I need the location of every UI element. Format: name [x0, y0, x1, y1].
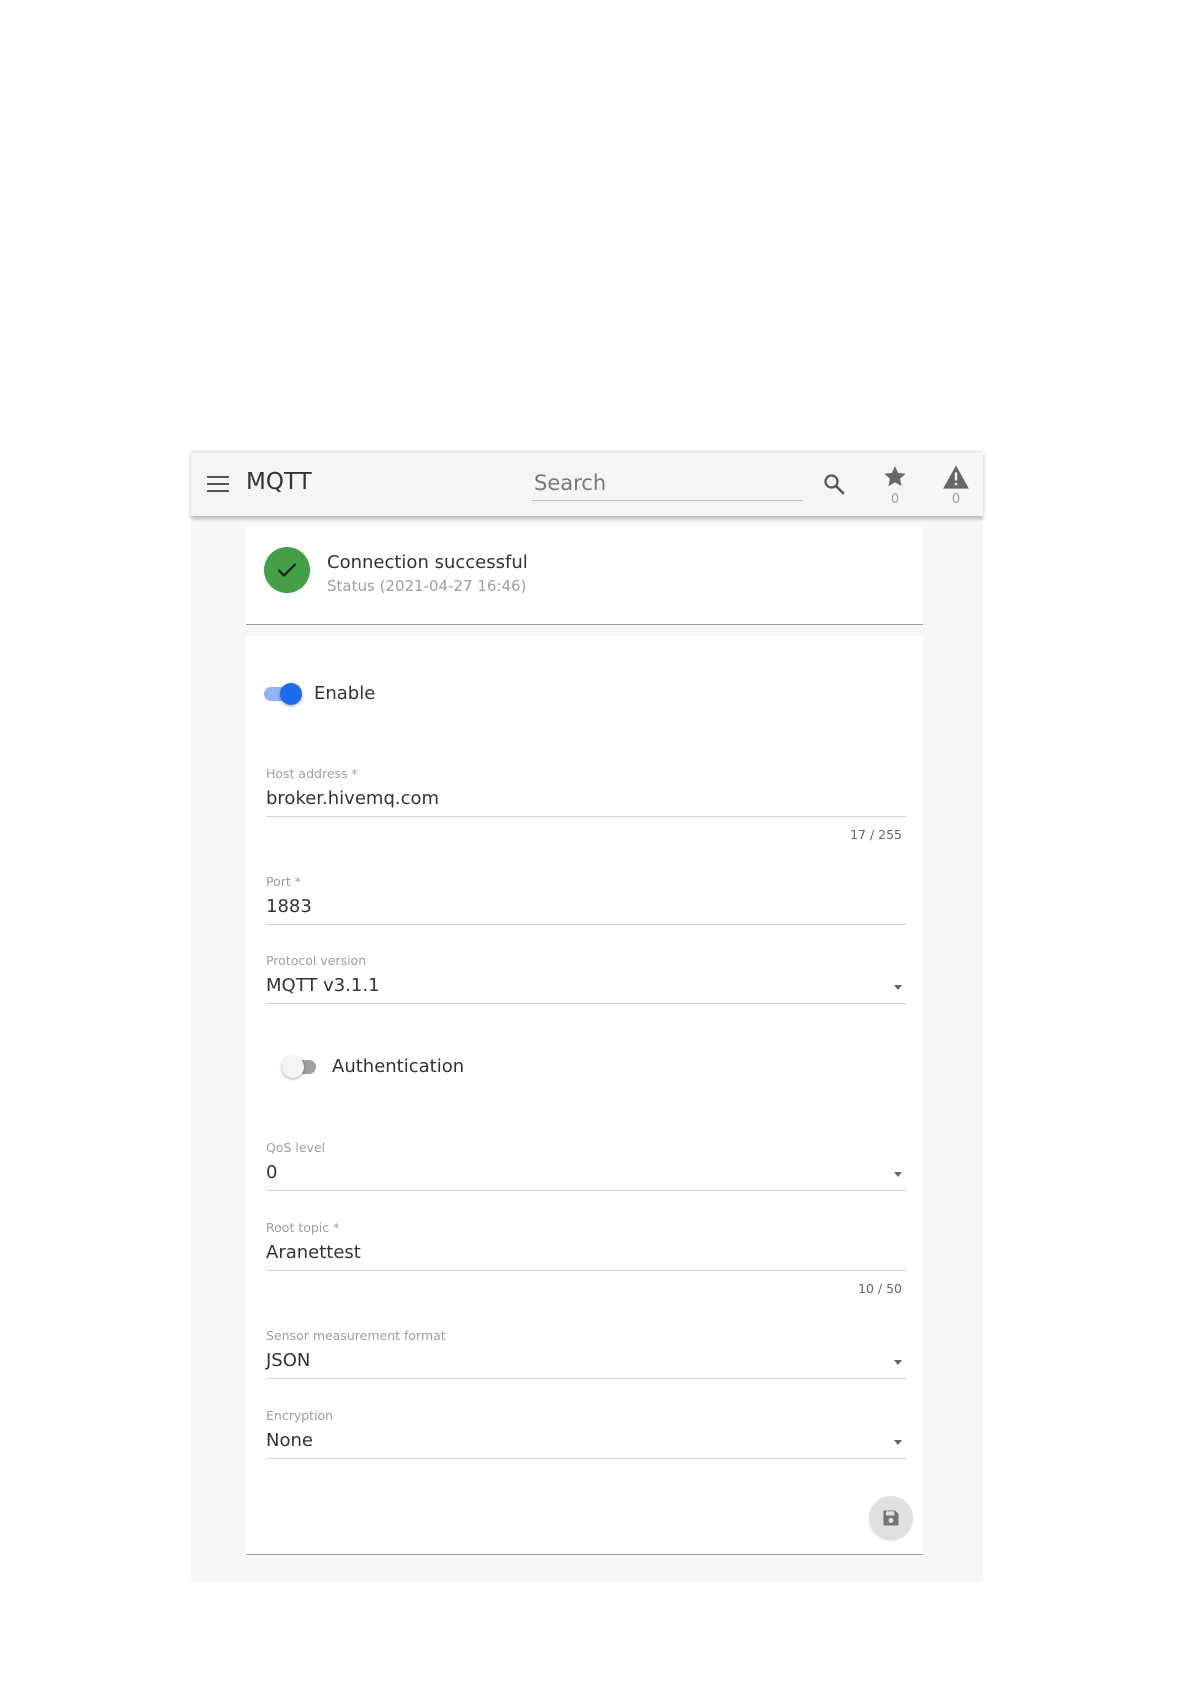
- encryption-field: Encryption None: [266, 1408, 906, 1459]
- port-value: 1883: [266, 896, 312, 917]
- protocol-version-select[interactable]: MQTT v3.1.1: [266, 971, 906, 1004]
- host-address-field: Host address * broker.hivemq.com 17 / 25…: [266, 766, 906, 842]
- enable-label: Enable: [314, 683, 376, 704]
- host-address-value: broker.hivemq.com: [266, 788, 440, 809]
- favorites-count: 0: [890, 492, 900, 507]
- alerts-button[interactable]: 0: [941, 464, 971, 512]
- menu-icon[interactable]: [207, 476, 229, 492]
- star-icon: [884, 466, 906, 487]
- measurement-format-select[interactable]: JSON: [266, 1346, 906, 1379]
- protocol-version-value: MQTT v3.1.1: [266, 975, 380, 996]
- host-address-label: Host address *: [266, 766, 358, 781]
- encryption-select[interactable]: None: [266, 1426, 906, 1459]
- search-box[interactable]: [532, 468, 806, 501]
- chevron-down-icon: [894, 1172, 902, 1177]
- measurement-format-label: Sensor measurement format: [266, 1328, 446, 1343]
- floppy-disk-icon: [883, 1510, 899, 1526]
- qos-level-label: QoS level: [266, 1140, 326, 1155]
- authentication-label: Authentication: [332, 1056, 465, 1077]
- qos-level-field: QoS level 0: [266, 1140, 906, 1191]
- measurement-format-value: JSON: [266, 1350, 311, 1371]
- chevron-down-icon: [894, 1360, 902, 1365]
- check-icon: [264, 547, 310, 593]
- root-topic-counter: 10 / 50: [858, 1281, 902, 1296]
- host-address-counter: 17 / 255: [850, 827, 902, 842]
- favorites-button[interactable]: 0: [880, 464, 910, 512]
- alerts-count: 0: [951, 492, 961, 507]
- port-field: Port * 1883: [266, 874, 906, 925]
- protocol-version-label: Protocol version: [266, 953, 367, 968]
- port-input[interactable]: 1883: [266, 892, 906, 925]
- authentication-toggle[interactable]: [282, 1056, 322, 1078]
- qos-level-select[interactable]: 0: [266, 1158, 906, 1191]
- chevron-down-icon: [894, 985, 902, 990]
- mqtt-settings-form: Enable Host address * broker.hivemq.com …: [246, 636, 923, 1555]
- search-input[interactable]: [532, 468, 806, 498]
- save-button[interactable]: [869, 1496, 913, 1540]
- port-label: Port *: [266, 874, 302, 889]
- encryption-label: Encryption: [266, 1408, 334, 1423]
- measurement-format-field: Sensor measurement format JSON: [266, 1328, 906, 1379]
- root-topic-label: Root topic *: [266, 1220, 340, 1235]
- host-address-input[interactable]: broker.hivemq.com: [266, 784, 906, 817]
- encryption-value: None: [266, 1430, 313, 1451]
- qos-level-value: 0: [266, 1162, 278, 1183]
- protocol-version-field: Protocol version MQTT v3.1.1: [266, 953, 906, 1004]
- warning-triangle-icon: [943, 465, 969, 489]
- root-topic-field: Root topic * Aranettest 10 / 50: [266, 1220, 906, 1296]
- status-title: Connection successful: [327, 552, 528, 573]
- search-icon[interactable]: [822, 472, 846, 496]
- chevron-down-icon: [894, 1440, 902, 1445]
- enable-toggle[interactable]: [264, 683, 304, 705]
- page-title: MQTT: [246, 469, 312, 495]
- app-window: MQTT 0 0 Connection successful Status (2…: [191, 451, 983, 1582]
- status-timestamp: Status (2021-04-27 16:46): [327, 577, 527, 595]
- connection-status-card: Connection successful Status (2021-04-27…: [246, 527, 923, 625]
- root-topic-value: Aranettest: [266, 1242, 361, 1263]
- top-bar: MQTT 0 0: [191, 451, 983, 516]
- root-topic-input[interactable]: Aranettest: [266, 1238, 906, 1271]
